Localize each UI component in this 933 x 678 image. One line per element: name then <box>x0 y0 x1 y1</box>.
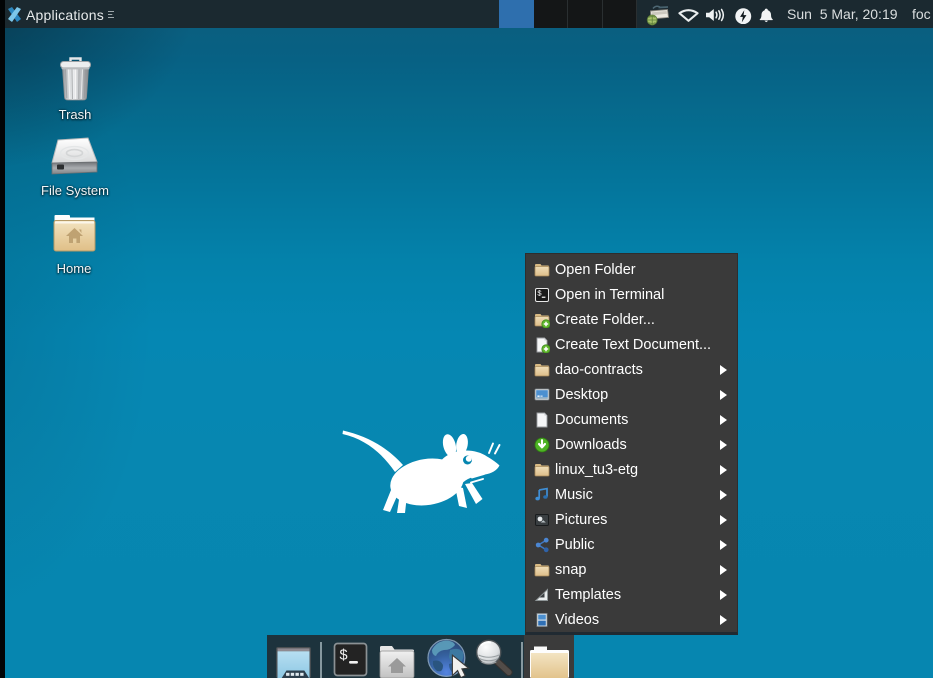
svg-text:$: $ <box>340 648 348 664</box>
